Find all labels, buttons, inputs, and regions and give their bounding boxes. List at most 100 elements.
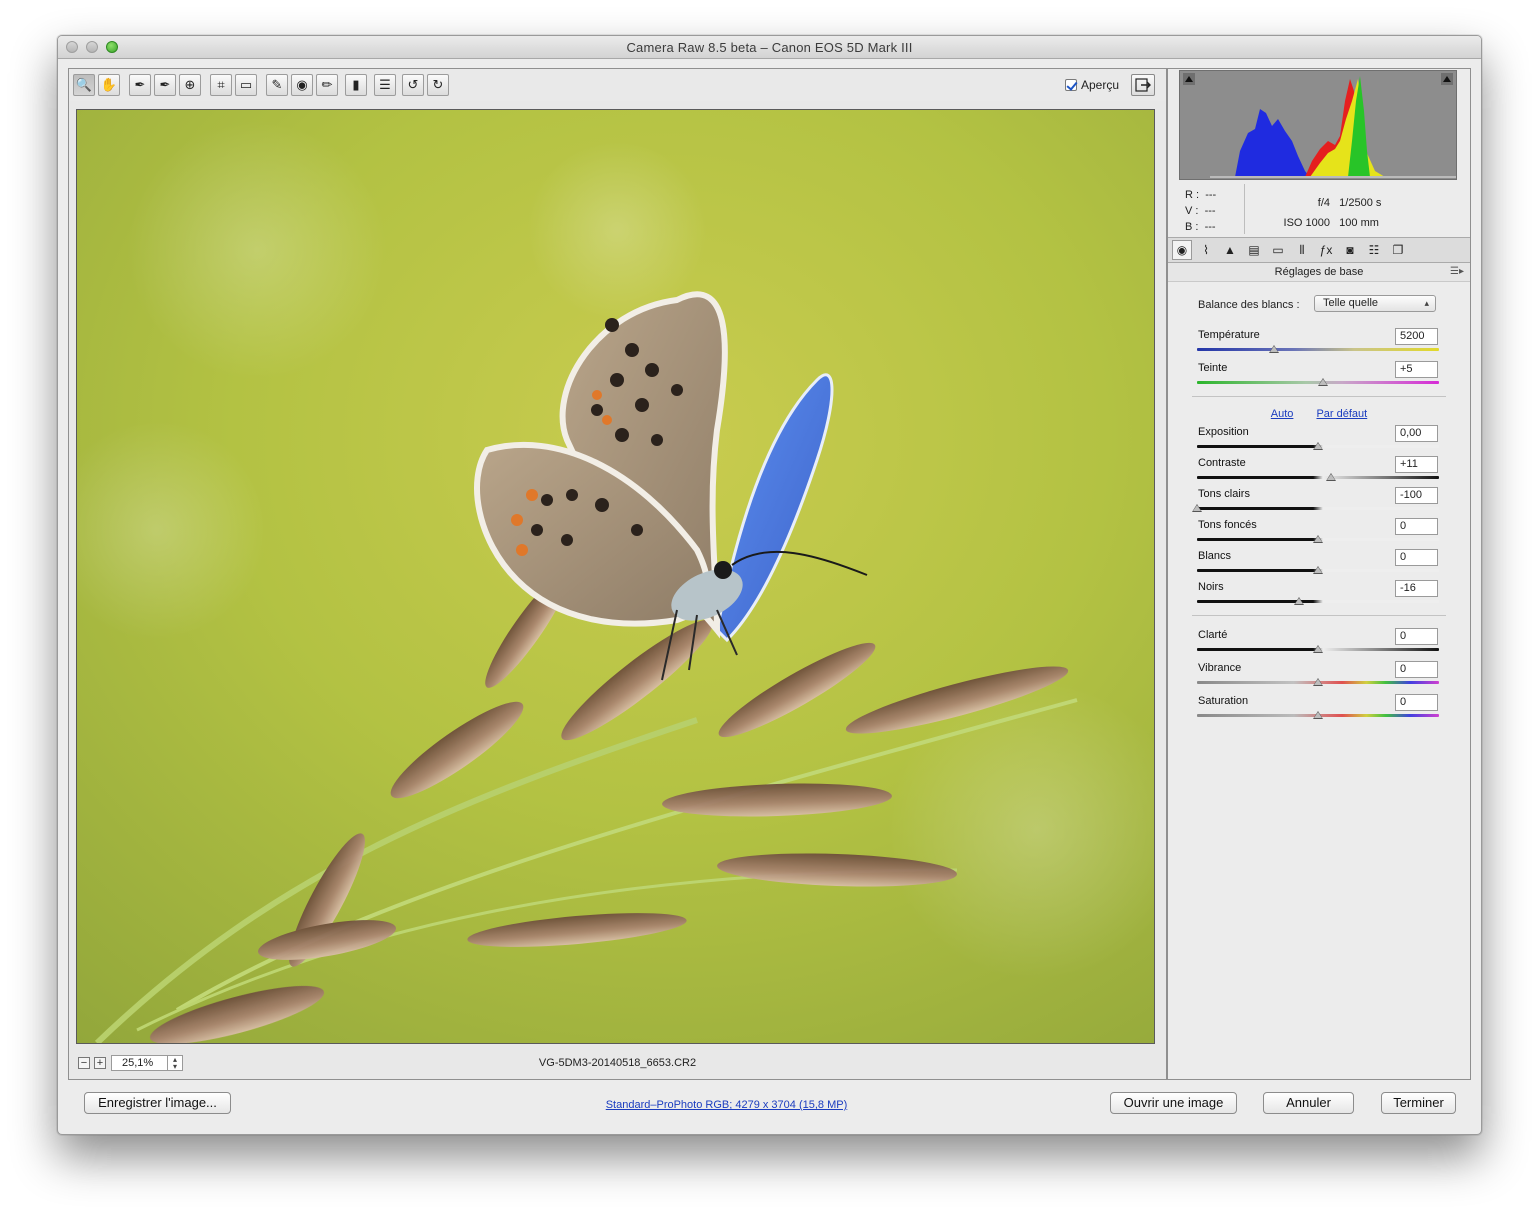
exposition-value-field[interactable]: 0,00 — [1395, 425, 1438, 442]
tons-fonces-thumb[interactable] — [1313, 535, 1323, 543]
tons-fonces-slider[interactable]: Tons foncés 0 — [1197, 518, 1439, 551]
panel-menu-icon[interactable]: ☰▸ — [1450, 263, 1464, 281]
white-balance-value: Telle quelle — [1323, 297, 1379, 309]
fullscreen-button[interactable] — [1131, 74, 1155, 96]
noirs-label: Noirs — [1198, 581, 1224, 593]
saturation-thumb[interactable] — [1313, 711, 1323, 719]
done-button[interactable]: Terminer — [1381, 1092, 1456, 1114]
adjustment-brush-tool[interactable]: ✏ — [316, 74, 338, 96]
spot-removal-tool[interactable]: ✎ — [266, 74, 288, 96]
panel-title-text: Réglages de base — [1274, 266, 1364, 278]
curve-icon[interactable]: ⌇ — [1196, 240, 1216, 260]
clarte-label: Clarté — [1198, 629, 1228, 641]
v-value: --- — [1204, 205, 1216, 217]
crop-icon: ⌗ — [217, 77, 225, 92]
histogram-graph — [1210, 76, 1456, 178]
teinte-thumb[interactable] — [1317, 378, 1328, 386]
toolbar: 🔍 ✋ ✒ ✒ ⊕ ⌗ ▭ ✎ ◉ ✏ ▮ ☰ ↺ ↻ — [69, 69, 1166, 101]
cancel-button[interactable]: Annuler — [1263, 1092, 1354, 1114]
noirs-slider[interactable]: Noirs -16 — [1197, 580, 1439, 613]
contraste-thumb[interactable] — [1326, 473, 1337, 481]
exposition-slider[interactable]: Exposition 0,00 — [1197, 425, 1439, 458]
contraste-track[interactable] — [1197, 476, 1439, 479]
preview-checkbox[interactable] — [1065, 79, 1077, 91]
straighten-tool[interactable]: ▭ — [235, 74, 257, 96]
list-icon: ☰ — [379, 77, 391, 92]
vibrance-value-field[interactable]: 0 — [1395, 661, 1438, 678]
auto-link[interactable]: Auto — [1271, 408, 1294, 420]
temperature-track[interactable] — [1197, 348, 1439, 351]
noirs-track[interactable] — [1197, 600, 1439, 603]
blancs-value-field[interactable]: 0 — [1395, 549, 1438, 566]
tons-clairs-slider[interactable]: Tons clairs -100 — [1192, 487, 1439, 520]
temperature-label: Température — [1198, 329, 1260, 341]
saturation-label: Saturation — [1198, 695, 1249, 707]
temperature-thumb[interactable] — [1269, 345, 1280, 353]
default-link[interactable]: Par défaut — [1316, 408, 1367, 420]
temperature-value-field[interactable]: 5200 — [1395, 328, 1438, 345]
level-icon: ▭ — [239, 77, 253, 92]
preview-toggle[interactable]: Aperçu — [1065, 78, 1119, 92]
status-bar: − + 25,1% ▴ ▾ VG-5DM3-20140518_6653.CR2 — [69, 1049, 1166, 1077]
clarte-value-field[interactable]: 0 — [1395, 628, 1438, 645]
noirs-thumb[interactable] — [1293, 597, 1304, 605]
saturation-value-field[interactable]: 0 — [1395, 694, 1438, 711]
gradient-icon: ▮ — [352, 77, 360, 92]
lens-icon[interactable]: ⦀ — [1292, 240, 1312, 260]
title-bar: Camera Raw 8.5 beta – Canon EOS 5D Mark … — [58, 36, 1481, 59]
contraste-label: Contraste — [1198, 457, 1246, 469]
contraste-slider[interactable]: Contraste +11 — [1197, 456, 1439, 489]
tons-fonces-value-field[interactable]: 0 — [1395, 518, 1438, 535]
tons-clairs-value-field[interactable]: -100 — [1395, 487, 1438, 504]
rotate-left-tool[interactable]: ↺ — [402, 74, 424, 96]
teinte-label: Teinte — [1198, 362, 1228, 374]
blancs-label: Blancs — [1198, 550, 1232, 562]
magnifier-icon: 🔍 — [75, 77, 93, 92]
panel-tabs: ◉ ⌇ ▲ ▤ ▭ ⦀ ƒx ◙ ☷ ❐ — [1168, 237, 1470, 263]
clarte-thumb[interactable] — [1313, 645, 1323, 653]
teinte-value-field[interactable]: +5 — [1395, 361, 1438, 378]
tons-clairs-track[interactable] — [1197, 507, 1439, 510]
image-preview[interactable] — [76, 109, 1155, 1044]
presets-icon[interactable]: ❐ — [1388, 240, 1408, 260]
white-balance-select[interactable]: Telle quelle ▴ — [1314, 295, 1436, 312]
red-eye-tool[interactable]: ◉ — [291, 74, 313, 96]
camera-icon[interactable]: ◙ — [1340, 240, 1360, 260]
graduated-filter-tool[interactable]: ▮ — [345, 74, 367, 96]
bar-icon[interactable]: ▭ — [1268, 240, 1288, 260]
rotate-left-icon: ↺ — [407, 77, 419, 92]
color-sampler-tool[interactable]: ✒ — [154, 74, 176, 96]
noirs-value-field[interactable]: -16 — [1395, 580, 1438, 597]
preferences-tool[interactable]: ☰ — [374, 74, 396, 96]
clarte-slider[interactable]: Clarté 0 — [1197, 628, 1439, 661]
sliders-icon[interactable]: ☷ — [1364, 240, 1384, 260]
aperture-icon[interactable]: ◉ — [1172, 240, 1192, 260]
contraste-value-field[interactable]: +11 — [1395, 456, 1438, 473]
crop-tool[interactable]: ⌗ — [210, 74, 232, 96]
exif-info: f/4 1/2500 s ISO 1000 100 mm — [1268, 193, 1382, 233]
select-arrows-icon: ▴ — [1424, 298, 1429, 308]
teinte-slider[interactable]: Teinte +5 — [1197, 361, 1439, 394]
aperture: f/4 — [1317, 197, 1330, 209]
white-balance-tool[interactable]: ✒ — [129, 74, 151, 96]
open-image-button[interactable]: Ouvrir une image — [1110, 1092, 1237, 1114]
r-label: R : — [1185, 189, 1200, 201]
triangle-icon[interactable]: ▲ — [1220, 240, 1240, 260]
split-icon[interactable]: ▤ — [1244, 240, 1264, 260]
zoom-tool[interactable]: 🔍 — [73, 74, 95, 96]
fx-icon[interactable]: ƒx — [1316, 240, 1336, 260]
rotate-right-tool[interactable]: ↻ — [427, 74, 449, 96]
tons-clairs-thumb[interactable] — [1192, 504, 1202, 512]
saturation-slider[interactable]: Saturation 0 — [1197, 694, 1439, 727]
vibrance-thumb[interactable] — [1313, 678, 1323, 686]
histogram — [1179, 70, 1457, 180]
vibrance-slider[interactable]: Vibrance 0 — [1197, 661, 1439, 694]
blancs-slider[interactable]: Blancs 0 — [1197, 549, 1439, 582]
blancs-thumb[interactable] — [1313, 566, 1323, 574]
preview-area: 🔍 ✋ ✒ ✒ ⊕ ⌗ ▭ ✎ ◉ ✏ ▮ ☰ ↺ ↻ Aperçu − + 2… — [68, 68, 1167, 1080]
exposition-thumb[interactable] — [1313, 442, 1323, 450]
fullscreen-icon — [1135, 78, 1151, 92]
targeted-adjustment-tool[interactable]: ⊕ — [179, 74, 201, 96]
temperature-slider[interactable]: Température 5200 — [1197, 328, 1439, 361]
hand-tool[interactable]: ✋ — [98, 74, 120, 96]
